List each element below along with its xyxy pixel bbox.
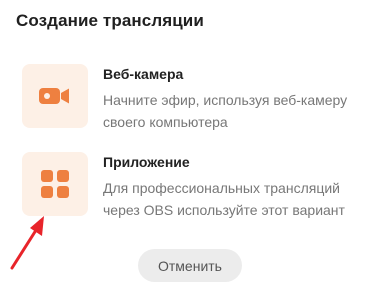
option-webcam-title: Веб-камера — [103, 66, 184, 82]
dialog-title: Создание трансляции — [16, 11, 204, 30]
option-webcam-description: Начните эфир, используя веб-камеру своег… — [103, 92, 348, 130]
cancel-button[interactable]: Отменить — [138, 249, 242, 282]
option-app[interactable]: Приложение Для профессиональных трансляц… — [22, 149, 362, 218]
option-app-title: Приложение — [103, 154, 190, 170]
webcam-icon-box — [22, 64, 88, 128]
option-webcam[interactable]: Веб-камера Начните эфир, используя веб-к… — [22, 61, 362, 130]
red-arrow-annotation — [10, 216, 44, 270]
create-stream-dialog: Создание трансляции Веб-камера Начните э… — [0, 0, 375, 294]
option-app-description: Для профессиональных трансляций через OB… — [103, 180, 345, 218]
app-grid-icon — [41, 170, 69, 198]
video-camera-icon — [39, 88, 69, 104]
